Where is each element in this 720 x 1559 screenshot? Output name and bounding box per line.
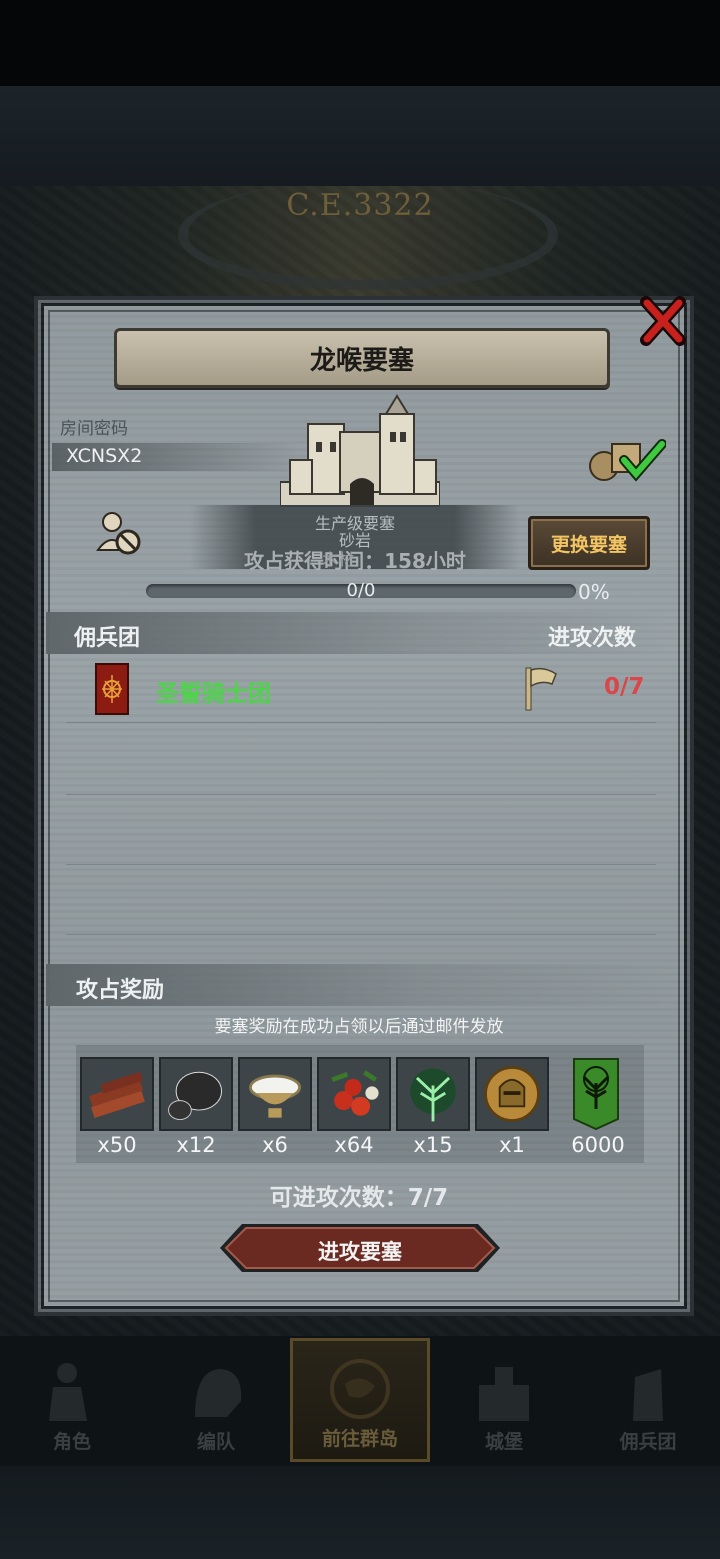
top-black-band: [0, 0, 720, 86]
nav-label: 城堡: [484, 1431, 523, 1453]
spirit-tree-icon[interactable]: [396, 1057, 470, 1131]
nav-label: 佣兵团: [619, 1431, 677, 1453]
reward-note: 要塞奖励在成功占领以后通过邮件发放: [214, 1017, 504, 1037]
nav-item-character[interactable]: 角色: [2, 1338, 142, 1462]
dialog-title: 龙喉要塞: [309, 345, 414, 376]
coal-ore-icon[interactable]: [159, 1057, 233, 1131]
knight-icon: [49, 1363, 87, 1421]
year-label: C.E.3322: [286, 188, 434, 223]
reward-quantity: 6000: [571, 1133, 625, 1157]
reward-quantity: x50: [97, 1133, 137, 1157]
mercenary-header: 佣兵团: [74, 626, 141, 651]
reward-quantity: x6: [262, 1133, 288, 1157]
occupy-time-text: 攻占获得时间：158小时: [244, 549, 466, 573]
row-divider: [66, 794, 656, 795]
change-fortress-label: 更换要塞: [550, 533, 627, 556]
attack-fortress-label: 进攻要塞: [318, 1240, 402, 1264]
nav-item-mercenary[interactable]: 佣兵团: [578, 1338, 718, 1462]
attack-count-header: 进攻次数: [548, 626, 637, 651]
change-fortress-button[interactable]: 更换要塞: [528, 516, 650, 570]
nav-label: 前往群岛: [321, 1428, 398, 1450]
resource-bag-checked-icon: [589, 439, 666, 482]
nav-item-castle[interactable]: 城堡: [434, 1338, 574, 1462]
row-divider: [66, 722, 656, 723]
close-icon[interactable]: [640, 296, 686, 346]
helmet-icon: [195, 1369, 242, 1417]
reward-quantity: x1: [499, 1133, 525, 1157]
reward-quantity: x64: [334, 1133, 374, 1157]
nav-label: 编队: [196, 1431, 235, 1453]
title-banner: 龙喉要塞: [114, 328, 610, 388]
reward-quantity: x15: [413, 1133, 453, 1157]
compass-map-icon: [330, 1359, 390, 1419]
wood-planks-icon[interactable]: [80, 1057, 154, 1131]
team-crest-icon: [95, 663, 129, 715]
tree-banner-icon[interactable]: [570, 1057, 622, 1131]
berries-icon[interactable]: [317, 1057, 391, 1131]
room-code-label: 房间密码: [60, 419, 128, 439]
room-code-value: XCNSX2: [66, 445, 143, 467]
resource-wood-label: 木材: [322, 550, 355, 569]
flag-icon: [525, 667, 557, 711]
team-name[interactable]: 圣誓骑士团: [156, 674, 271, 708]
remaining-attempts: 可进攻次数：7/7: [269, 1185, 449, 1211]
row-divider: [66, 934, 656, 935]
nav-item-team[interactable]: 编队: [146, 1338, 286, 1462]
no-player-icon: [96, 512, 141, 555]
milk-bowl-icon[interactable]: [238, 1057, 312, 1131]
row-divider: [66, 864, 656, 865]
mercenary-icon: [633, 1369, 663, 1421]
top-header-band: [0, 86, 720, 186]
progress-text: 0/0: [346, 580, 376, 601]
progress-percent: 0%: [578, 580, 610, 604]
footer-band: [0, 1466, 720, 1559]
team-attack-count: 0/7: [604, 674, 645, 700]
nav-label: 角色: [52, 1431, 91, 1453]
nav-item-islands[interactable]: 前往群岛: [290, 1338, 430, 1462]
reward-quantity: x12: [176, 1133, 216, 1157]
reward-header: 攻占奖励: [76, 978, 165, 1003]
castle-icon: [479, 1367, 529, 1421]
knight-helmet-medal-icon[interactable]: [475, 1057, 549, 1131]
fortress-castle-icon: [280, 394, 440, 507]
